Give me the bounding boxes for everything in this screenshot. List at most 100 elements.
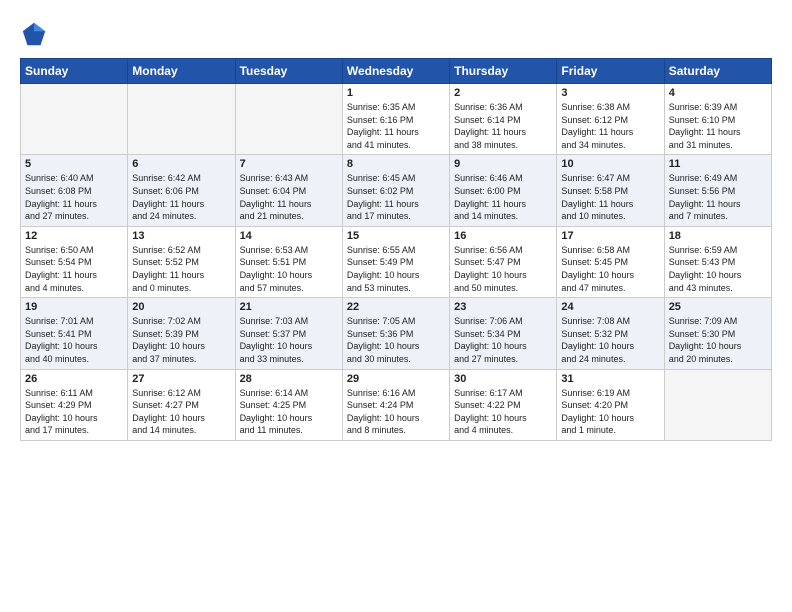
day-number: 10 xyxy=(561,158,659,170)
day-number: 3 xyxy=(561,87,659,99)
day-number: 21 xyxy=(240,301,338,313)
day-info: Sunrise: 6:16 AM Sunset: 4:24 PM Dayligh… xyxy=(347,387,445,437)
day-number: 28 xyxy=(240,373,338,385)
weekday-header-row: SundayMondayTuesdayWednesdayThursdayFrid… xyxy=(21,59,772,84)
day-number: 12 xyxy=(25,230,123,242)
calendar-cell: 10 Sunrise: 6:47 AM Sunset: 5:58 PM Dayli… xyxy=(557,155,664,226)
weekday-header-tuesday: Tuesday xyxy=(235,59,342,84)
calendar-cell: 11 Sunrise: 6:49 AM Sunset: 5:56 PM Dayli… xyxy=(664,155,771,226)
day-info: Sunrise: 7:09 AM Sunset: 5:30 PM Dayligh… xyxy=(669,315,767,365)
calendar-cell: 19Sunrise: 7:01 AM Sunset: 5:41 PM Dayli… xyxy=(21,298,128,369)
day-info: Sunrise: 6:50 AM Sunset: 5:54 PM Dayligh… xyxy=(25,244,123,294)
calendar-cell: 27 Sunrise: 6:12 AM Sunset: 4:27 PM Dayli… xyxy=(128,369,235,440)
day-info: Sunrise: 6:40 AM Sunset: 6:08 PM Dayligh… xyxy=(25,172,123,222)
day-number: 11 xyxy=(669,158,767,170)
day-number: 14 xyxy=(240,230,338,242)
day-info: Sunrise: 7:03 AM Sunset: 5:37 PM Dayligh… xyxy=(240,315,338,365)
calendar-cell: 6 Sunrise: 6:42 AM Sunset: 6:06 PM Daylig… xyxy=(128,155,235,226)
calendar-cell: 31 Sunrise: 6:19 AM Sunset: 4:20 PM Dayli… xyxy=(557,369,664,440)
day-info: Sunrise: 6:43 AM Sunset: 6:04 PM Dayligh… xyxy=(240,172,338,222)
calendar-cell: 7 Sunrise: 6:43 AM Sunset: 6:04 PM Daylig… xyxy=(235,155,342,226)
day-number: 18 xyxy=(669,230,767,242)
calendar-week-row: 12 Sunrise: 6:50 AM Sunset: 5:54 PM Dayli… xyxy=(21,226,772,297)
day-number: 29 xyxy=(347,373,445,385)
day-number: 20 xyxy=(132,301,230,313)
day-info: Sunrise: 6:11 AM Sunset: 4:29 PM Dayligh… xyxy=(25,387,123,437)
calendar-cell: 28Sunrise: 6:14 AM Sunset: 4:25 PM Dayli… xyxy=(235,369,342,440)
day-info: Sunrise: 6:17 AM Sunset: 4:22 PM Dayligh… xyxy=(454,387,552,437)
calendar-week-row: 26 Sunrise: 6:11 AM Sunset: 4:29 PM Dayli… xyxy=(21,369,772,440)
day-number: 9 xyxy=(454,158,552,170)
day-number: 4 xyxy=(669,87,767,99)
calendar-cell: 20 Sunrise: 7:02 AM Sunset: 5:39 PM Dayli… xyxy=(128,298,235,369)
day-info: Sunrise: 7:05 AM Sunset: 5:36 PM Dayligh… xyxy=(347,315,445,365)
day-number: 6 xyxy=(132,158,230,170)
day-info: Sunrise: 6:35 AM Sunset: 6:16 PM Dayligh… xyxy=(347,101,445,151)
calendar-cell xyxy=(21,84,128,155)
day-number: 15 xyxy=(347,230,445,242)
day-number: 31 xyxy=(561,373,659,385)
day-number: 1 xyxy=(347,87,445,99)
calendar-cell: 4 Sunrise: 6:39 AM Sunset: 6:10 PM Daylig… xyxy=(664,84,771,155)
calendar-cell: 13 Sunrise: 6:52 AM Sunset: 5:52 PM Dayli… xyxy=(128,226,235,297)
calendar-cell: 1 Sunrise: 6:35 AM Sunset: 6:16 PM Daylig… xyxy=(342,84,449,155)
calendar-cell: 22Sunrise: 7:05 AM Sunset: 5:36 PM Dayli… xyxy=(342,298,449,369)
day-number: 16 xyxy=(454,230,552,242)
day-info: Sunrise: 6:19 AM Sunset: 4:20 PM Dayligh… xyxy=(561,387,659,437)
day-number: 25 xyxy=(669,301,767,313)
calendar-table: SundayMondayTuesdayWednesdayThursdayFrid… xyxy=(20,58,772,441)
calendar-cell: 25 Sunrise: 7:09 AM Sunset: 5:30 PM Dayli… xyxy=(664,298,771,369)
day-number: 8 xyxy=(347,158,445,170)
calendar-week-row: 5 Sunrise: 6:40 AM Sunset: 6:08 PM Daylig… xyxy=(21,155,772,226)
day-number: 7 xyxy=(240,158,338,170)
day-number: 27 xyxy=(132,373,230,385)
day-number: 19 xyxy=(25,301,123,313)
calendar-cell: 29 Sunrise: 6:16 AM Sunset: 4:24 PM Dayli… xyxy=(342,369,449,440)
calendar-cell: 30 Sunrise: 6:17 AM Sunset: 4:22 PM Dayli… xyxy=(450,369,557,440)
weekday-header-friday: Friday xyxy=(557,59,664,84)
day-info: Sunrise: 6:36 AM Sunset: 6:14 PM Dayligh… xyxy=(454,101,552,151)
day-number: 26 xyxy=(25,373,123,385)
calendar-cell: 21 Sunrise: 7:03 AM Sunset: 5:37 PM Dayli… xyxy=(235,298,342,369)
day-info: Sunrise: 6:45 AM Sunset: 6:02 PM Dayligh… xyxy=(347,172,445,222)
calendar-cell: 18Sunrise: 6:59 AM Sunset: 5:43 PM Dayli… xyxy=(664,226,771,297)
calendar-cell: 9 Sunrise: 6:46 AM Sunset: 6:00 PM Daylig… xyxy=(450,155,557,226)
logo-icon xyxy=(20,20,48,48)
calendar-cell: 15 Sunrise: 6:55 AM Sunset: 5:49 PM Dayli… xyxy=(342,226,449,297)
day-info: Sunrise: 7:02 AM Sunset: 5:39 PM Dayligh… xyxy=(132,315,230,365)
calendar-header: SundayMondayTuesdayWednesdayThursdayFrid… xyxy=(21,59,772,84)
calendar-cell: 2 Sunrise: 6:36 AM Sunset: 6:14 PM Daylig… xyxy=(450,84,557,155)
calendar-cell xyxy=(664,369,771,440)
calendar-week-row: 1 Sunrise: 6:35 AM Sunset: 6:16 PM Daylig… xyxy=(21,84,772,155)
calendar-body: 1 Sunrise: 6:35 AM Sunset: 6:16 PM Daylig… xyxy=(21,84,772,441)
calendar-cell: 24Sunrise: 7:08 AM Sunset: 5:32 PM Dayli… xyxy=(557,298,664,369)
weekday-header-monday: Monday xyxy=(128,59,235,84)
calendar-cell: 16 Sunrise: 6:56 AM Sunset: 5:47 PM Dayli… xyxy=(450,226,557,297)
day-info: Sunrise: 6:56 AM Sunset: 5:47 PM Dayligh… xyxy=(454,244,552,294)
calendar-cell: 14Sunrise: 6:53 AM Sunset: 5:51 PM Dayli… xyxy=(235,226,342,297)
day-info: Sunrise: 6:58 AM Sunset: 5:45 PM Dayligh… xyxy=(561,244,659,294)
calendar-cell xyxy=(128,84,235,155)
day-info: Sunrise: 7:06 AM Sunset: 5:34 PM Dayligh… xyxy=(454,315,552,365)
calendar-cell: 5 Sunrise: 6:40 AM Sunset: 6:08 PM Daylig… xyxy=(21,155,128,226)
weekday-header-sunday: Sunday xyxy=(21,59,128,84)
calendar-cell: 8 Sunrise: 6:45 AM Sunset: 6:02 PM Daylig… xyxy=(342,155,449,226)
day-info: Sunrise: 6:46 AM Sunset: 6:00 PM Dayligh… xyxy=(454,172,552,222)
day-number: 30 xyxy=(454,373,552,385)
calendar-cell: 26 Sunrise: 6:11 AM Sunset: 4:29 PM Dayli… xyxy=(21,369,128,440)
day-number: 13 xyxy=(132,230,230,242)
weekday-header-saturday: Saturday xyxy=(664,59,771,84)
day-info: Sunrise: 6:52 AM Sunset: 5:52 PM Dayligh… xyxy=(132,244,230,294)
page-header xyxy=(20,20,772,48)
day-number: 2 xyxy=(454,87,552,99)
day-number: 5 xyxy=(25,158,123,170)
day-info: Sunrise: 6:49 AM Sunset: 5:56 PM Dayligh… xyxy=(669,172,767,222)
day-number: 24 xyxy=(561,301,659,313)
day-info: Sunrise: 6:47 AM Sunset: 5:58 PM Dayligh… xyxy=(561,172,659,222)
weekday-header-wednesday: Wednesday xyxy=(342,59,449,84)
day-info: Sunrise: 6:12 AM Sunset: 4:27 PM Dayligh… xyxy=(132,387,230,437)
logo xyxy=(20,20,52,48)
day-info: Sunrise: 6:55 AM Sunset: 5:49 PM Dayligh… xyxy=(347,244,445,294)
day-info: Sunrise: 6:39 AM Sunset: 6:10 PM Dayligh… xyxy=(669,101,767,151)
day-info: Sunrise: 6:42 AM Sunset: 6:06 PM Dayligh… xyxy=(132,172,230,222)
